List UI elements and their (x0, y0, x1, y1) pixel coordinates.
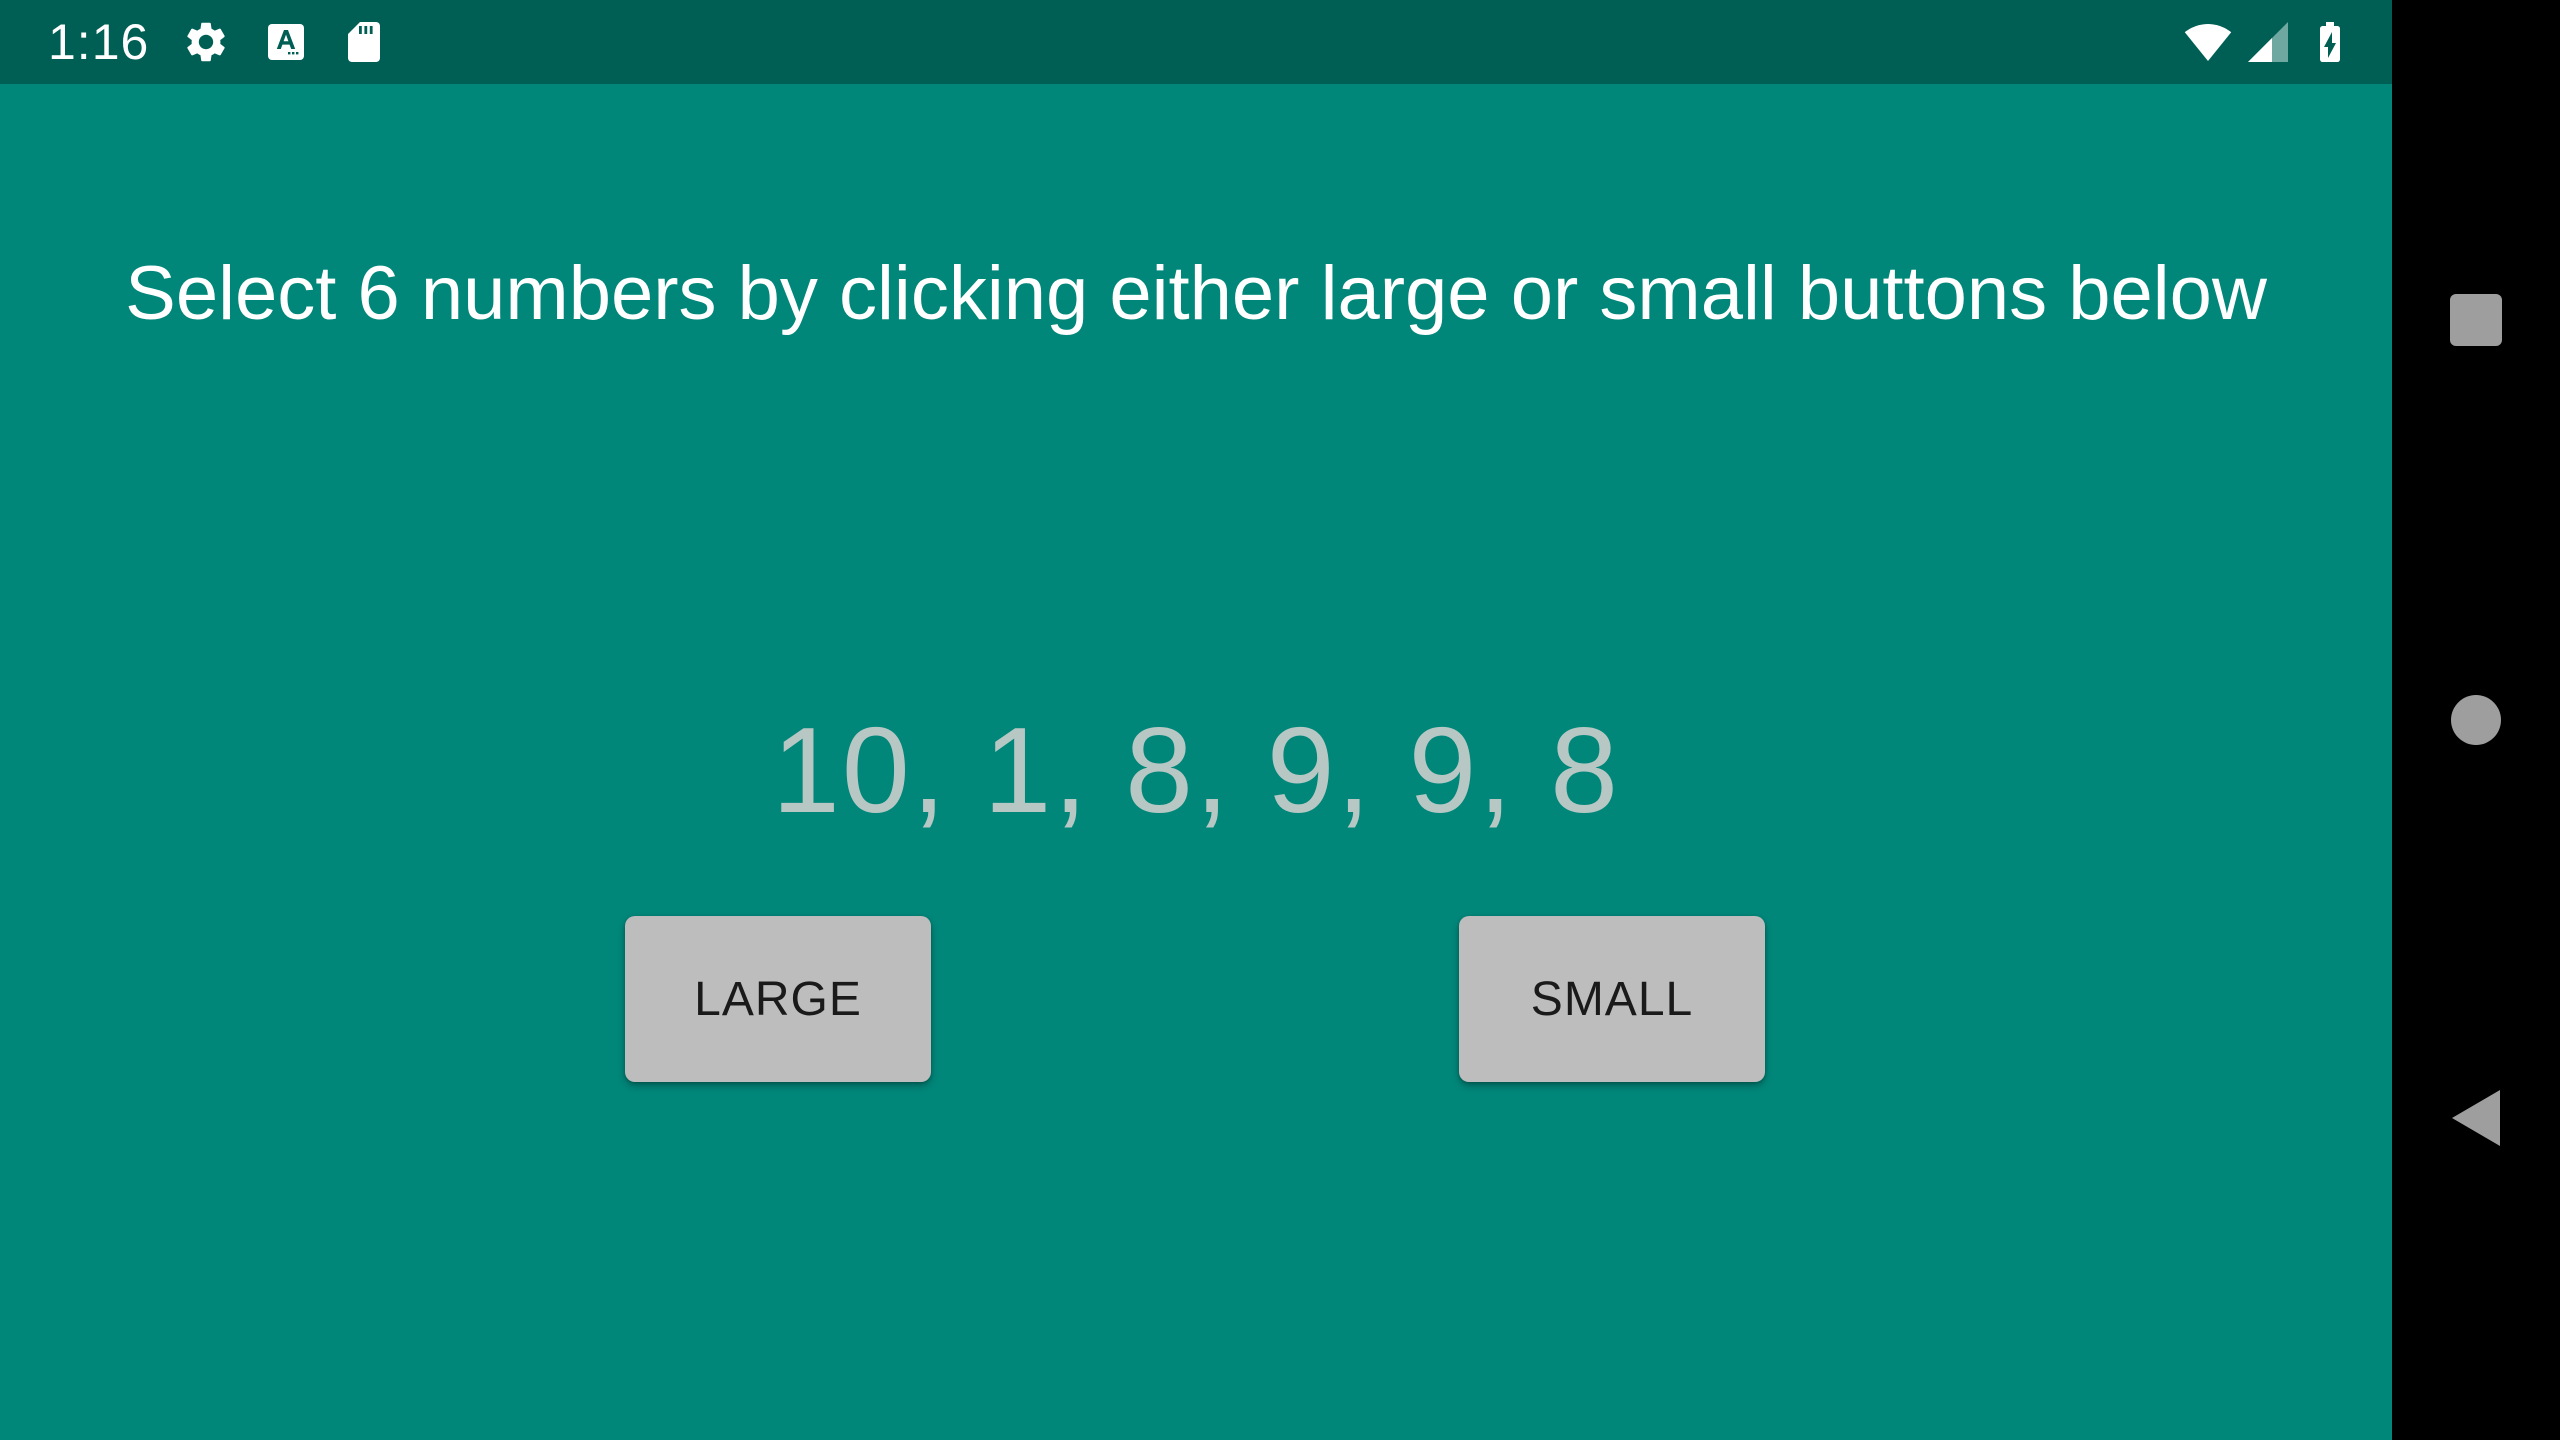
recents-icon (2450, 294, 2502, 346)
status-bar: 1:16 (0, 0, 2392, 84)
instruction-text: Select 6 numbers by clicking either larg… (125, 251, 2267, 336)
small-button[interactable]: SMALL (1459, 916, 1765, 1082)
home-button[interactable] (2392, 636, 2560, 804)
back-icon (2452, 1090, 2500, 1146)
home-icon (2451, 695, 2501, 745)
back-button[interactable] (2392, 1034, 2560, 1202)
gear-icon (187, 22, 225, 62)
sd-card-icon (348, 22, 380, 62)
status-time: 1:16 (48, 14, 150, 70)
text-a-icon (268, 24, 304, 60)
selected-numbers: 10, 1, 8, 9, 9, 8 (772, 702, 1620, 838)
recents-button[interactable] (2392, 236, 2560, 404)
navigation-bar (2392, 0, 2560, 1440)
large-button[interactable]: LARGE (625, 916, 931, 1082)
battery-charging-icon (2320, 22, 2340, 62)
cell-signal-icon (2248, 22, 2288, 62)
wifi-icon (2184, 24, 2232, 61)
app-screen: 1:16 Select 6 numbers by clicking either… (0, 0, 2392, 1440)
